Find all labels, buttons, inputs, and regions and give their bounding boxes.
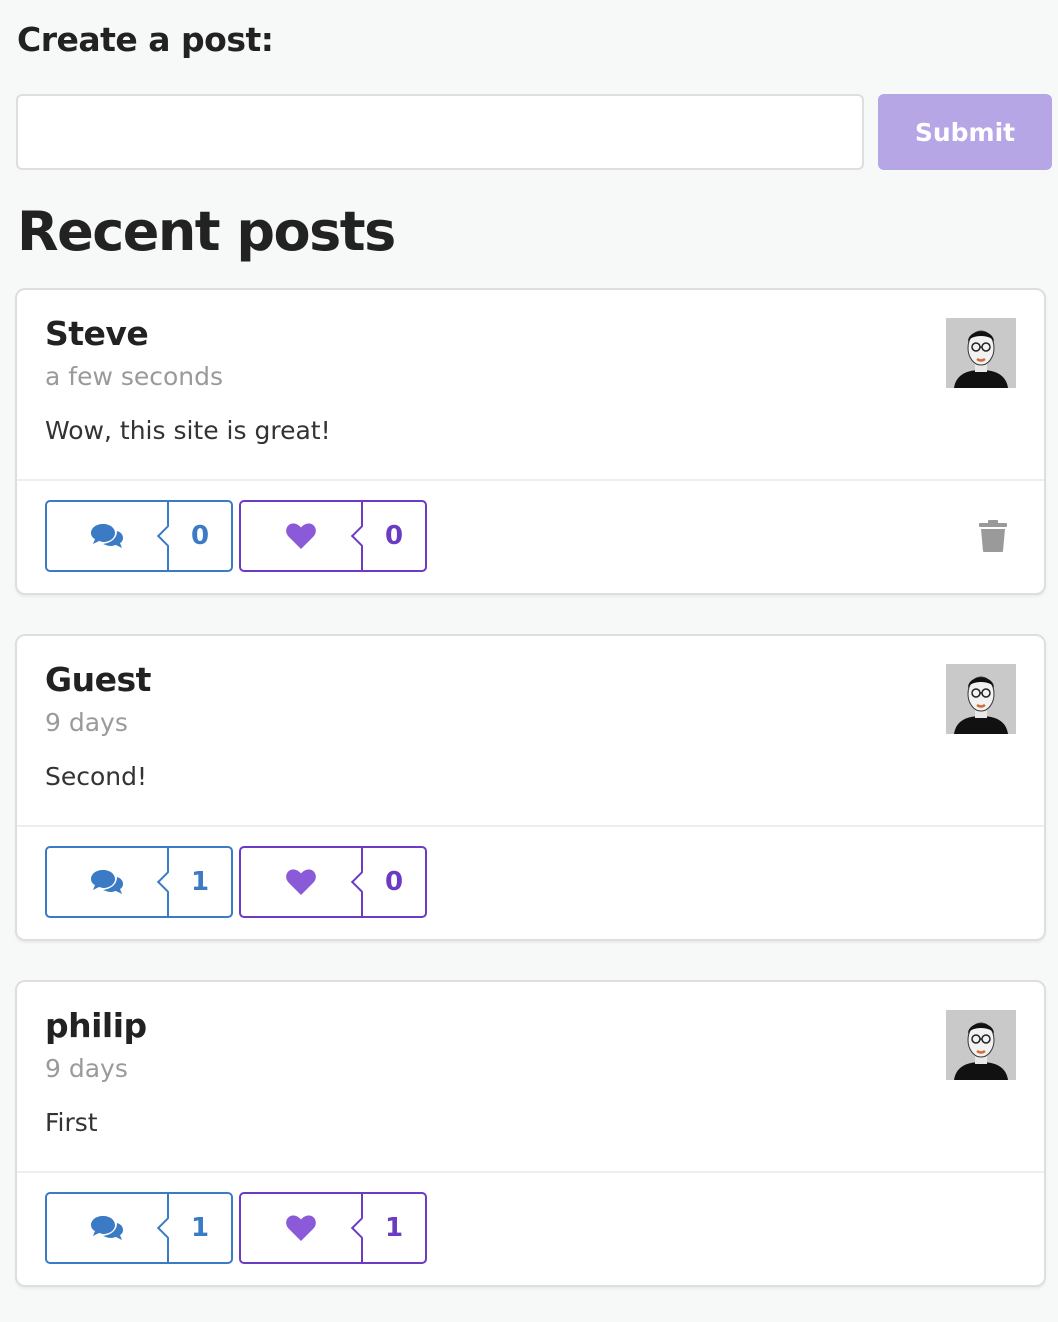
like-button[interactable]: 1 <box>239 1192 427 1264</box>
avatar <box>946 664 1016 734</box>
heart-icon <box>286 523 316 549</box>
post-body: Wow, this site is great! <box>45 416 331 445</box>
recent-posts-title: Recent posts <box>17 200 396 263</box>
submit-button[interactable]: Submit <box>878 94 1052 170</box>
comment-count: 1 <box>190 1213 210 1243</box>
heart-icon <box>286 1215 316 1241</box>
post-time: 9 days <box>45 708 128 737</box>
heart-icon <box>286 869 316 895</box>
comment-count: 0 <box>190 521 210 551</box>
post-input[interactable] <box>16 94 864 170</box>
like-button[interactable]: 0 <box>239 846 427 918</box>
post-author: philip <box>45 1006 147 1045</box>
like-button[interactable]: 0 <box>239 500 427 572</box>
card-divider <box>17 1171 1044 1173</box>
comments-icon <box>91 870 123 894</box>
create-post-title: Create a post: <box>17 20 274 59</box>
like-count: 0 <box>384 867 404 897</box>
comments-button[interactable]: 1 <box>45 1192 233 1264</box>
like-count: 1 <box>384 1213 404 1243</box>
post-time: a few seconds <box>45 362 224 391</box>
post-card: Steve a few seconds Wow, this site is gr… <box>15 288 1046 595</box>
trash-icon[interactable] <box>979 520 1007 552</box>
post-time: 9 days <box>45 1054 128 1083</box>
comments-icon <box>91 1216 123 1240</box>
comments-button[interactable]: 0 <box>45 500 233 572</box>
avatar <box>946 318 1016 388</box>
post-body: Second! <box>45 762 148 791</box>
avatar <box>946 1010 1016 1080</box>
comment-count: 1 <box>190 867 210 897</box>
like-count: 0 <box>384 521 404 551</box>
comments-icon <box>91 524 123 548</box>
post-author: Steve <box>45 314 149 353</box>
comments-button[interactable]: 1 <box>45 846 233 918</box>
card-divider <box>17 825 1044 827</box>
card-divider <box>17 479 1044 481</box>
post-author: Guest <box>45 660 151 699</box>
post-body: First <box>45 1108 98 1137</box>
post-card: Guest 9 days Second! 1 0 <box>15 634 1046 941</box>
post-card: philip 9 days First 1 1 <box>15 980 1046 1287</box>
